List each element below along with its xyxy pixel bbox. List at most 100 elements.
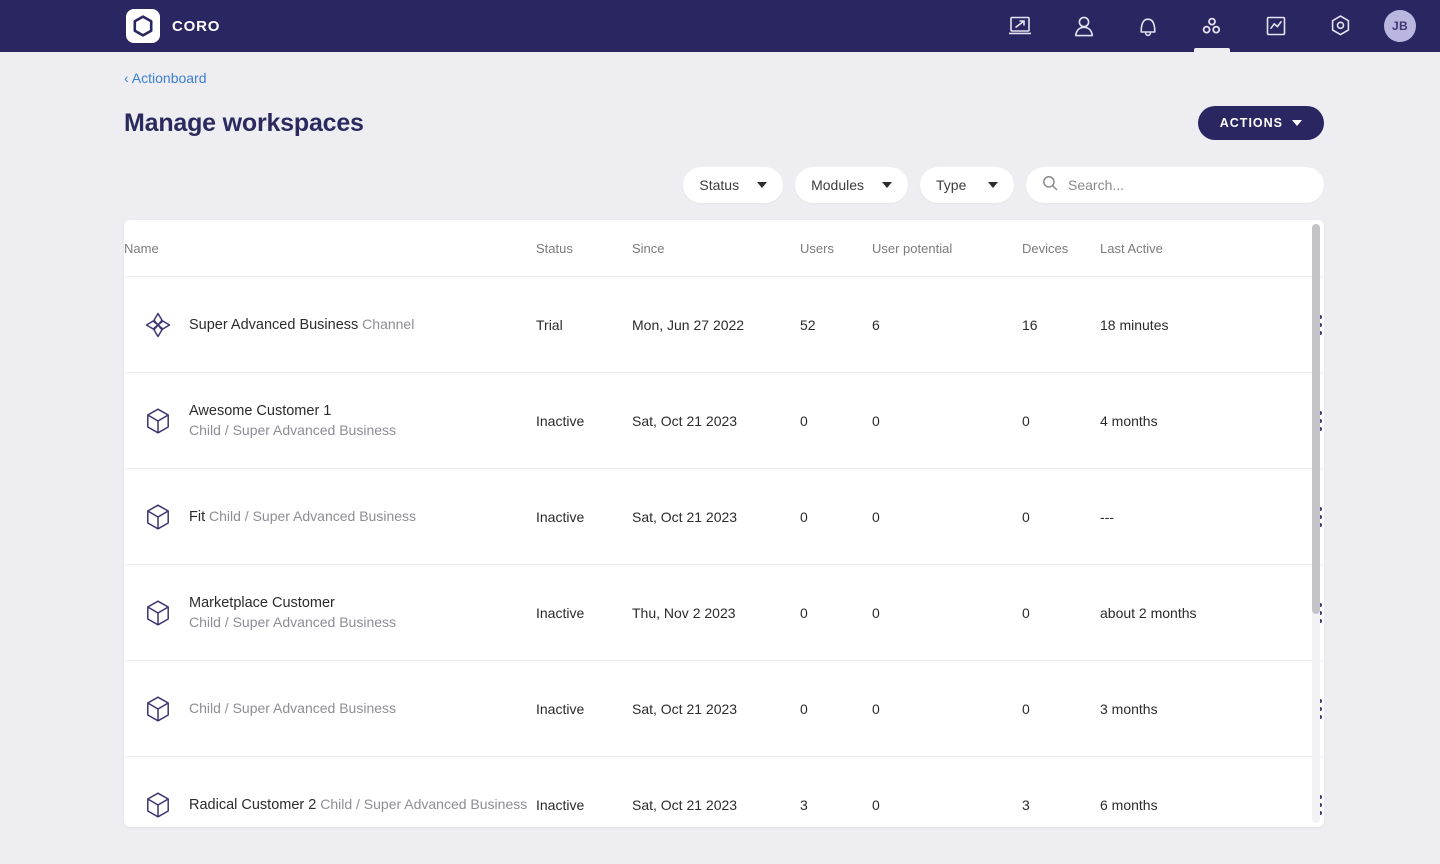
nav-item-dashboard[interactable] <box>988 0 1052 52</box>
cell-status: Trial <box>536 276 632 373</box>
workspaces-table: Name Status Since Users User potential D… <box>124 220 1324 827</box>
cell-devices: 3 <box>1022 796 1030 813</box>
cell-since: Sat, Oct 21 2023 <box>632 468 800 565</box>
cell-since: Mon, Jun 27 2022 <box>632 276 800 373</box>
nav-item-workspaces[interactable] <box>1180 0 1244 52</box>
filter-status-dropdown[interactable]: Status <box>683 167 784 203</box>
column-header-name[interactable]: Name <box>124 220 536 277</box>
cell-users: 0 <box>800 660 872 757</box>
chevron-down-icon <box>882 182 892 188</box>
workspace-subtitle: Child / Super Advanced Business <box>189 421 397 438</box>
cell-status: Inactive <box>536 468 632 565</box>
cell-devices: 0 <box>1022 372 1100 469</box>
table-scrollbar-track[interactable] <box>1312 224 1320 823</box>
actions-button-label: ACTIONS <box>1219 116 1283 130</box>
table-row[interactable]: Child / Super Advanced Business Inactive… <box>124 660 1324 757</box>
cell-last-active: --- <box>1100 468 1290 565</box>
user-icon <box>1072 15 1096 38</box>
chevron-down-icon <box>757 182 768 188</box>
cell-since: Sat, Oct 21 2023 <box>632 660 800 757</box>
workspace-name-cell: Marketplace Customer Child / Super Advan… <box>124 594 536 632</box>
search-box[interactable] <box>1026 167 1324 203</box>
cell-devices: 0 <box>1022 468 1100 565</box>
cell-status: Inactive <box>536 564 632 661</box>
column-header-users[interactable]: Users <box>800 220 872 277</box>
table-body: Super Advanced Business Channel Trial Mo… <box>124 276 1324 828</box>
bell-icon <box>1137 15 1159 38</box>
workspace-cube-icon <box>143 503 173 531</box>
cell-user-potential: 0 <box>872 372 1022 469</box>
breadcrumb-actionboard[interactable]: ‹ Actionboard <box>124 70 207 86</box>
column-header-devices[interactable]: Devices <box>1022 220 1100 277</box>
actions-button[interactable]: ACTIONS <box>1197 106 1324 140</box>
table-header: Name Status Since Users User potential D… <box>124 220 1324 277</box>
cell-users: 0 <box>800 564 872 661</box>
workspace-title: Super Advanced Business <box>189 316 359 333</box>
avatar[interactable]: JB <box>1384 10 1416 42</box>
cell-user-potential: 0 <box>872 468 1022 565</box>
cell-devices: 0 <box>1022 660 1100 757</box>
cell-last-active: 18 minutes <box>1100 276 1290 373</box>
table-row[interactable]: Super Advanced Business Channel Trial Mo… <box>124 276 1324 373</box>
workspace-cube-icon <box>143 407 173 435</box>
cell-last-active: 4 months <box>1100 372 1290 469</box>
workspace-cube-icon <box>143 599 173 627</box>
page-content: ‹ Actionboard Manage workspaces ACTIONS … <box>0 52 1440 827</box>
filter-modules-label: Modules <box>811 177 864 193</box>
cell-since: Sat, Oct 21 2023 <box>632 796 738 813</box>
search-input[interactable] <box>1068 177 1308 193</box>
workspace-name-cell: Awesome Customer 1 Child / Super Advance… <box>124 402 536 440</box>
cell-user-potential: 0 <box>872 564 1022 661</box>
channel-star-icon <box>143 310 173 340</box>
filter-modules-dropdown[interactable]: Modules <box>795 167 908 203</box>
workspace-name-cell: Fit Child / Super Advanced Business <box>124 503 536 531</box>
cell-last-active: 6 months <box>1100 796 1158 813</box>
nav-item-notifications[interactable] <box>1116 0 1180 52</box>
chevron-down-icon <box>1292 120 1302 126</box>
table-row[interactable]: Fit Child / Super Advanced Business Inac… <box>124 468 1324 565</box>
brand-name: CORO <box>172 17 221 35</box>
cell-users: 3 <box>800 796 808 813</box>
workspace-title: Marketplace Customer <box>189 594 335 611</box>
cell-since: Sat, Oct 21 2023 <box>632 372 800 469</box>
workspace-subtitle: Child / Super Advanced Business <box>320 795 528 812</box>
workspace-cube-icon <box>143 695 173 723</box>
workspace-cube-icon <box>143 791 173 819</box>
table-row[interactable]: Radical Customer 2 Child / Super Advance… <box>124 757 1324 828</box>
table-row[interactable]: Awesome Customer 1 Child / Super Advance… <box>124 372 1324 469</box>
nav-item-settings[interactable] <box>1308 0 1372 52</box>
table-row[interactable]: Marketplace Customer Child / Super Advan… <box>124 564 1324 661</box>
filter-type-dropdown[interactable]: Type <box>920 167 1014 203</box>
column-header-status[interactable]: Status <box>536 220 632 277</box>
cell-status: Inactive <box>536 660 632 757</box>
column-header-since[interactable]: Since <box>632 220 800 277</box>
workspace-title: Awesome Customer 1 <box>189 402 332 419</box>
cell-status: Inactive <box>536 796 585 813</box>
workspaces-dots-icon <box>1200 15 1224 37</box>
workspace-subtitle: Channel <box>362 315 415 332</box>
nav-item-analytics[interactable] <box>1244 0 1308 52</box>
cell-user-potential: 6 <box>872 276 1022 373</box>
cell-last-active: 3 months <box>1100 660 1290 757</box>
coro-hexagon-logo-icon <box>126 9 160 43</box>
workspace-name-cell: Radical Customer 2 Child / Super Advance… <box>124 791 536 819</box>
workspace-title: Fit <box>189 508 206 525</box>
page-header-row: Manage workspaces ACTIONS <box>124 106 1324 140</box>
analytics-chart-icon <box>1265 15 1287 37</box>
brand[interactable]: CORO <box>126 9 220 43</box>
nav-item-users[interactable] <box>1052 0 1116 52</box>
filter-type-label: Type <box>936 177 967 193</box>
table-scrollbar-thumb[interactable] <box>1312 224 1320 614</box>
dashboard-laptop-icon <box>1008 15 1032 37</box>
column-header-user-potential[interactable]: User potential <box>872 220 1022 277</box>
settings-hexagon-icon <box>1329 14 1352 38</box>
table-header-row: Name Status Since Users User potential D… <box>124 220 1324 277</box>
cell-user-potential: 0 <box>872 660 1022 757</box>
cell-users: 0 <box>800 372 872 469</box>
cell-last-active: about 2 months <box>1100 564 1290 661</box>
filter-bar: Status Modules Type <box>124 167 1324 203</box>
column-header-last-active[interactable]: Last Active <box>1100 220 1290 277</box>
cell-status: Inactive <box>536 372 632 469</box>
workspace-title: Radical Customer 2 <box>189 796 317 813</box>
workspace-subtitle: Child / Super Advanced Business <box>189 700 397 716</box>
